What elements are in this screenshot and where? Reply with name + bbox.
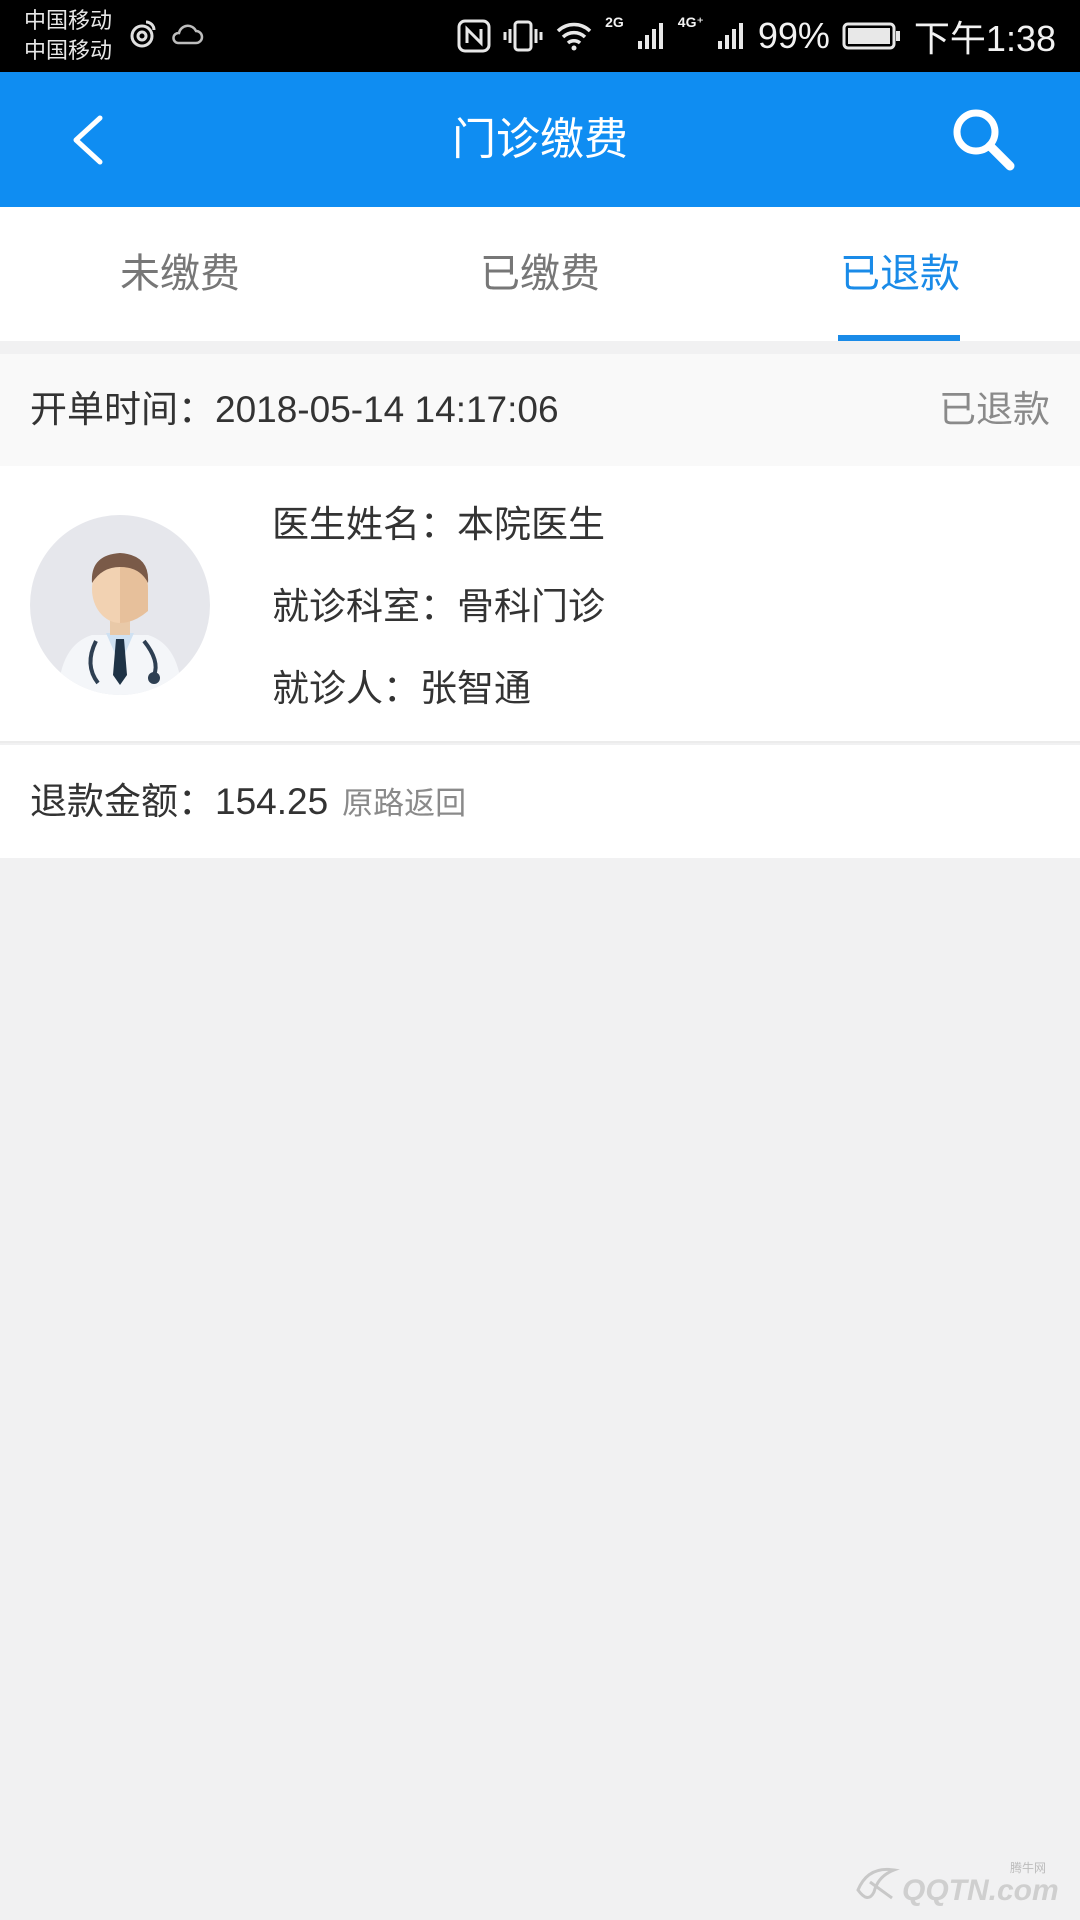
- app-header: 门诊缴费: [0, 72, 1080, 207]
- network-type-2: 4G⁺: [677, 13, 704, 30]
- network-type-1: 2G: [605, 14, 624, 30]
- doctor-avatar: [30, 515, 210, 695]
- page-title: 门诊缴费: [452, 115, 628, 164]
- tab-bar: 未缴费 已缴费 已退款: [0, 207, 1080, 341]
- vibrate-icon: [503, 20, 543, 52]
- search-button[interactable]: [948, 104, 1020, 176]
- patient-name: 张智通: [420, 668, 531, 709]
- active-tab-indicator: [838, 335, 960, 341]
- weibo-icon: [130, 20, 156, 48]
- doctor-name-label: 医生姓名：: [272, 504, 457, 545]
- tab-paid[interactable]: 已缴费: [360, 207, 720, 341]
- order-card-header[interactable]: 开单时间：2018-05-14 14:17:06 已退款: [0, 354, 1080, 466]
- clock: 下午1:38: [913, 18, 1056, 59]
- tab-unpaid[interactable]: 未缴费: [0, 207, 360, 341]
- refund-amount-label: 退款金额：: [30, 781, 215, 822]
- refund-amount-line: 退款金额：154.25 原路返回: [30, 745, 466, 858]
- watermark-small: 腾牛网: [1010, 1860, 1046, 1875]
- doctor-name-line: 医生姓名：本院医生: [272, 494, 605, 548]
- cloud-icon: [172, 24, 204, 45]
- signal-icon-2: [717, 23, 743, 49]
- status-right: 2G 4G⁺ 99% 下午1:38: [457, 0, 1056, 72]
- battery-icon: [842, 22, 900, 50]
- department-label: 就诊科室：: [272, 586, 457, 627]
- order-time: 开单时间：2018-05-14 14:17:06: [30, 354, 559, 466]
- order-time-label: 开单时间：: [30, 389, 215, 430]
- patient-line: 就诊人：张智通: [272, 658, 531, 712]
- watermark-text: QQTN.com: [902, 1874, 1059, 1907]
- status-bar: 中国移动 中国移动 2G 4G⁺ 99% 下午1:38: [0, 0, 1080, 72]
- department: 骨科门诊: [457, 586, 605, 627]
- patient-label: 就诊人：: [272, 668, 420, 709]
- status-left-icons: [126, 18, 204, 50]
- wifi-icon: [556, 22, 592, 51]
- search-icon: [953, 109, 1015, 171]
- order-status-badge: 已退款: [939, 389, 1050, 430]
- doctor-name: 本院医生: [457, 504, 605, 545]
- department-line: 就诊科室：骨科门诊: [272, 576, 605, 630]
- refund-method: 原路返回: [342, 786, 467, 821]
- order-time-value: 2018-05-14 14:17:06: [215, 389, 559, 430]
- qqtn-watermark-logo: QQTN.com 腾牛网: [856, 1860, 1059, 1907]
- carrier-labels: 中国移动 中国移动: [24, 6, 112, 66]
- refund-row: 退款金额：154.25 原路返回: [0, 745, 1080, 858]
- carrier-1: 中国移动: [24, 8, 113, 33]
- tab-refunded[interactable]: 已退款: [720, 207, 1080, 341]
- refund-amount: 154.25: [215, 781, 329, 822]
- signal-icon-1: [637, 23, 663, 49]
- carrier-2: 中国移动: [24, 38, 113, 63]
- order-card-body[interactable]: 医生姓名：本院医生 就诊科室：骨科门诊 就诊人：张智通: [0, 466, 1080, 743]
- battery-percent: 99%: [757, 15, 830, 56]
- nfc-icon: [457, 19, 491, 53]
